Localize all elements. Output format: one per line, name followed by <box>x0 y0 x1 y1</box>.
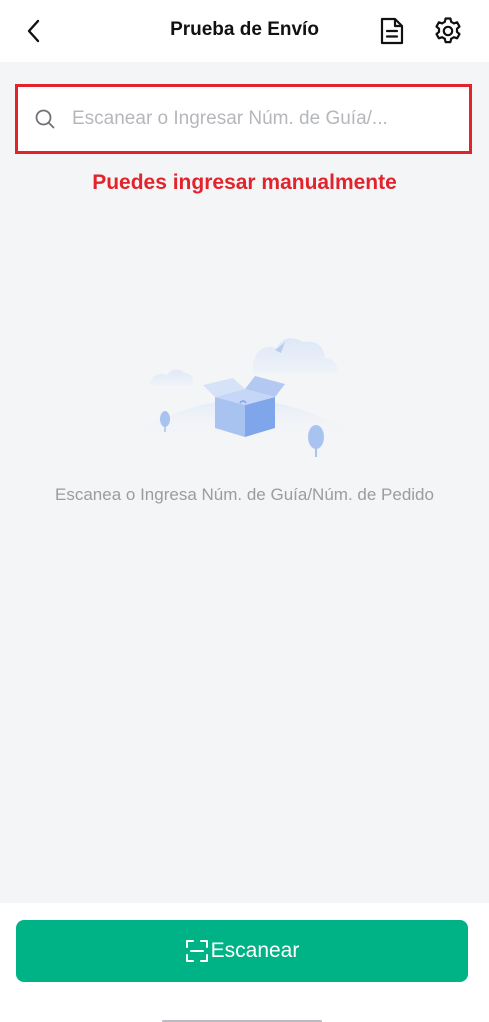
empty-box-illustration <box>125 338 360 457</box>
gear-icon <box>435 17 461 44</box>
bottom-action-bar: Escanear <box>0 903 489 1022</box>
page-title: Prueba de Envío <box>170 19 319 40</box>
settings-button[interactable] <box>431 14 465 48</box>
search-highlight-frame <box>15 84 472 154</box>
search-icon <box>35 109 55 129</box>
header-bar: Prueba de Envío <box>0 0 489 62</box>
scan-icon <box>185 940 208 962</box>
empty-state-message: Escanea o Ingresa Núm. de Guía/Núm. de P… <box>55 485 434 504</box>
scan-button[interactable]: Escanear <box>16 920 468 982</box>
records-button[interactable] <box>376 14 408 48</box>
tracking-number-input[interactable] <box>72 108 469 130</box>
search-box[interactable] <box>18 87 469 151</box>
manual-entry-annotation: Puedes ingresar manualmente <box>92 171 397 194</box>
shipment-test-screen: Prueba de Envío Puedes ingresar manu <box>0 0 489 1022</box>
scan-button-label: Escanear <box>210 939 300 962</box>
document-icon <box>380 17 404 45</box>
